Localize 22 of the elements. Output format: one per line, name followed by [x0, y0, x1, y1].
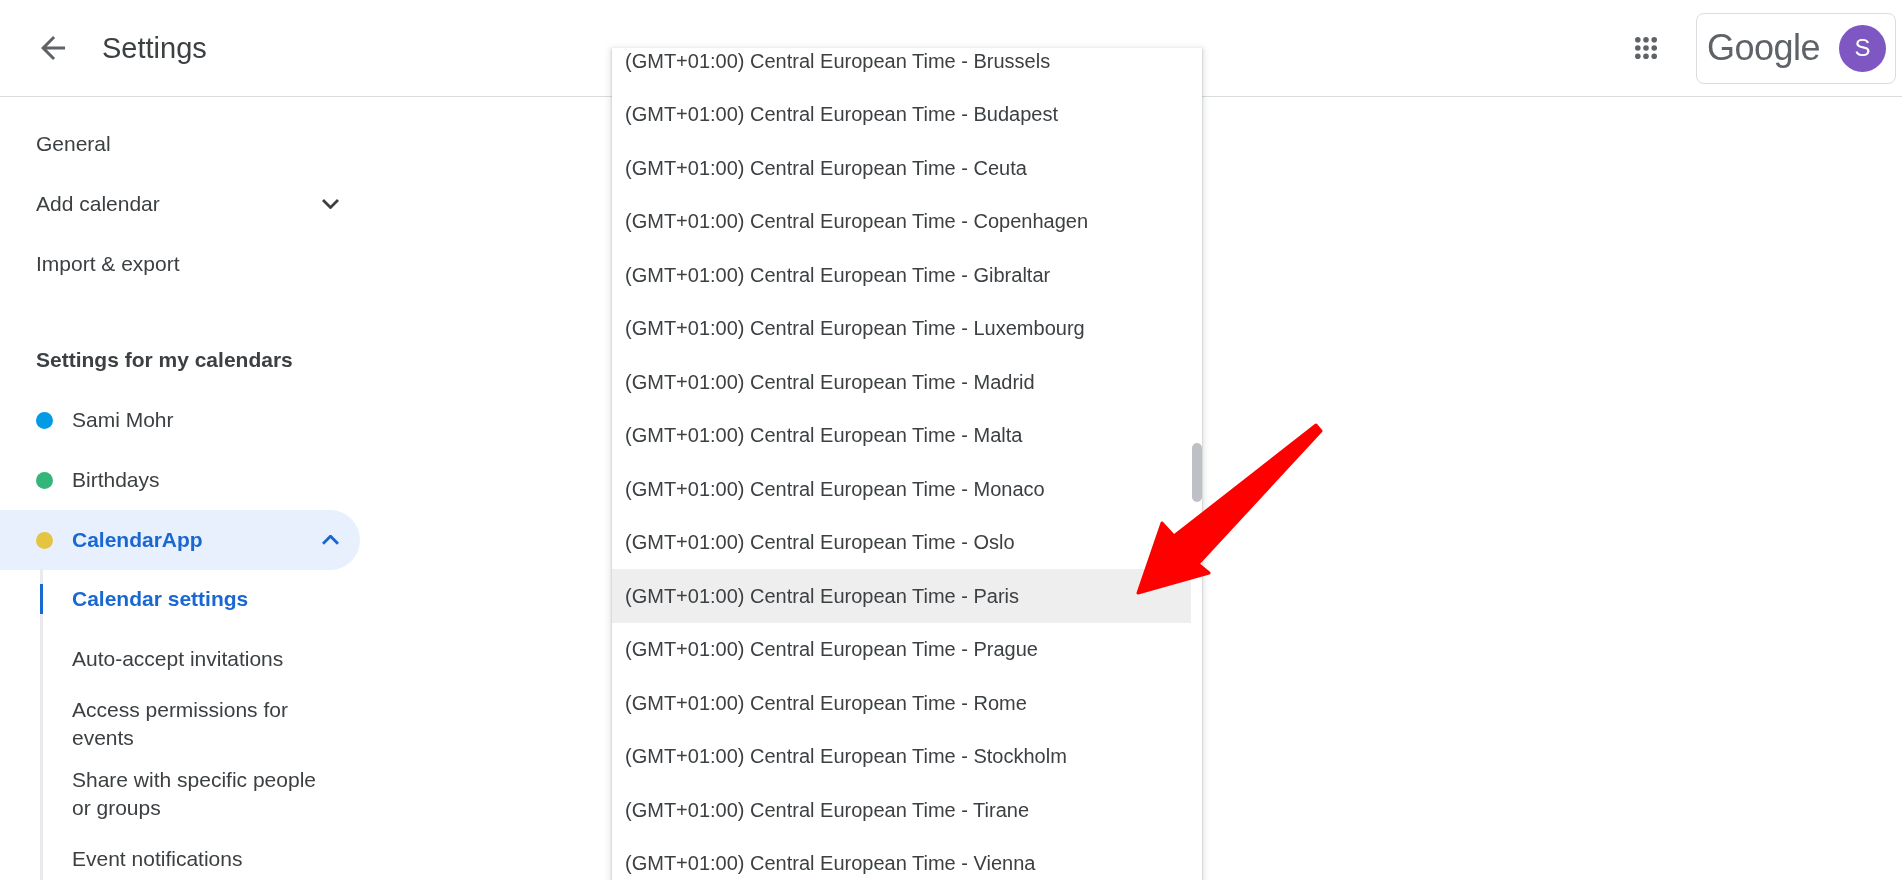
calendar-item[interactable]: Sami Mohr: [0, 390, 360, 450]
sidebar-subitem[interactable]: Event notifications: [43, 829, 360, 880]
menu-option[interactable]: (GMT+01:00) Central European Time - Paris: [612, 569, 1191, 623]
sidebar-item[interactable]: General: [0, 114, 360, 174]
sidebar-item[interactable]: Import & export: [0, 234, 360, 294]
menu-option[interactable]: (GMT+01:00) Central European Time - Brussels: [612, 48, 1191, 88]
avatar: S: [1839, 24, 1886, 72]
sidebar-item[interactable]: Add calendar: [0, 174, 360, 234]
sidebar-subitem[interactable]: Access permissions for events: [43, 689, 360, 759]
sidebar-subitem[interactable]: Auto-accept invitations: [43, 629, 360, 689]
calendar-item[interactable]: Birthdays: [0, 450, 360, 510]
scrollbar-thumb[interactable]: [1192, 443, 1202, 502]
menu-option[interactable]: (GMT+01:00) Central European Time - Vienna: [612, 836, 1191, 880]
logo-text: Google: [1707, 27, 1821, 69]
calendar-item[interactable]: CalendarApp: [0, 510, 360, 570]
back-arrow-icon: [41, 36, 65, 60]
account-button[interactable]: Google S: [1696, 12, 1896, 84]
sidebar-subitem[interactable]: Share with specific people or groups: [43, 759, 360, 829]
page-title: Settings: [102, 31, 207, 66]
dots-grid-icon: [1635, 37, 1657, 59]
sidebar-subitem[interactable]: Calendar settings: [43, 569, 360, 629]
section-heading: Settings for my calendars: [35, 347, 294, 374]
